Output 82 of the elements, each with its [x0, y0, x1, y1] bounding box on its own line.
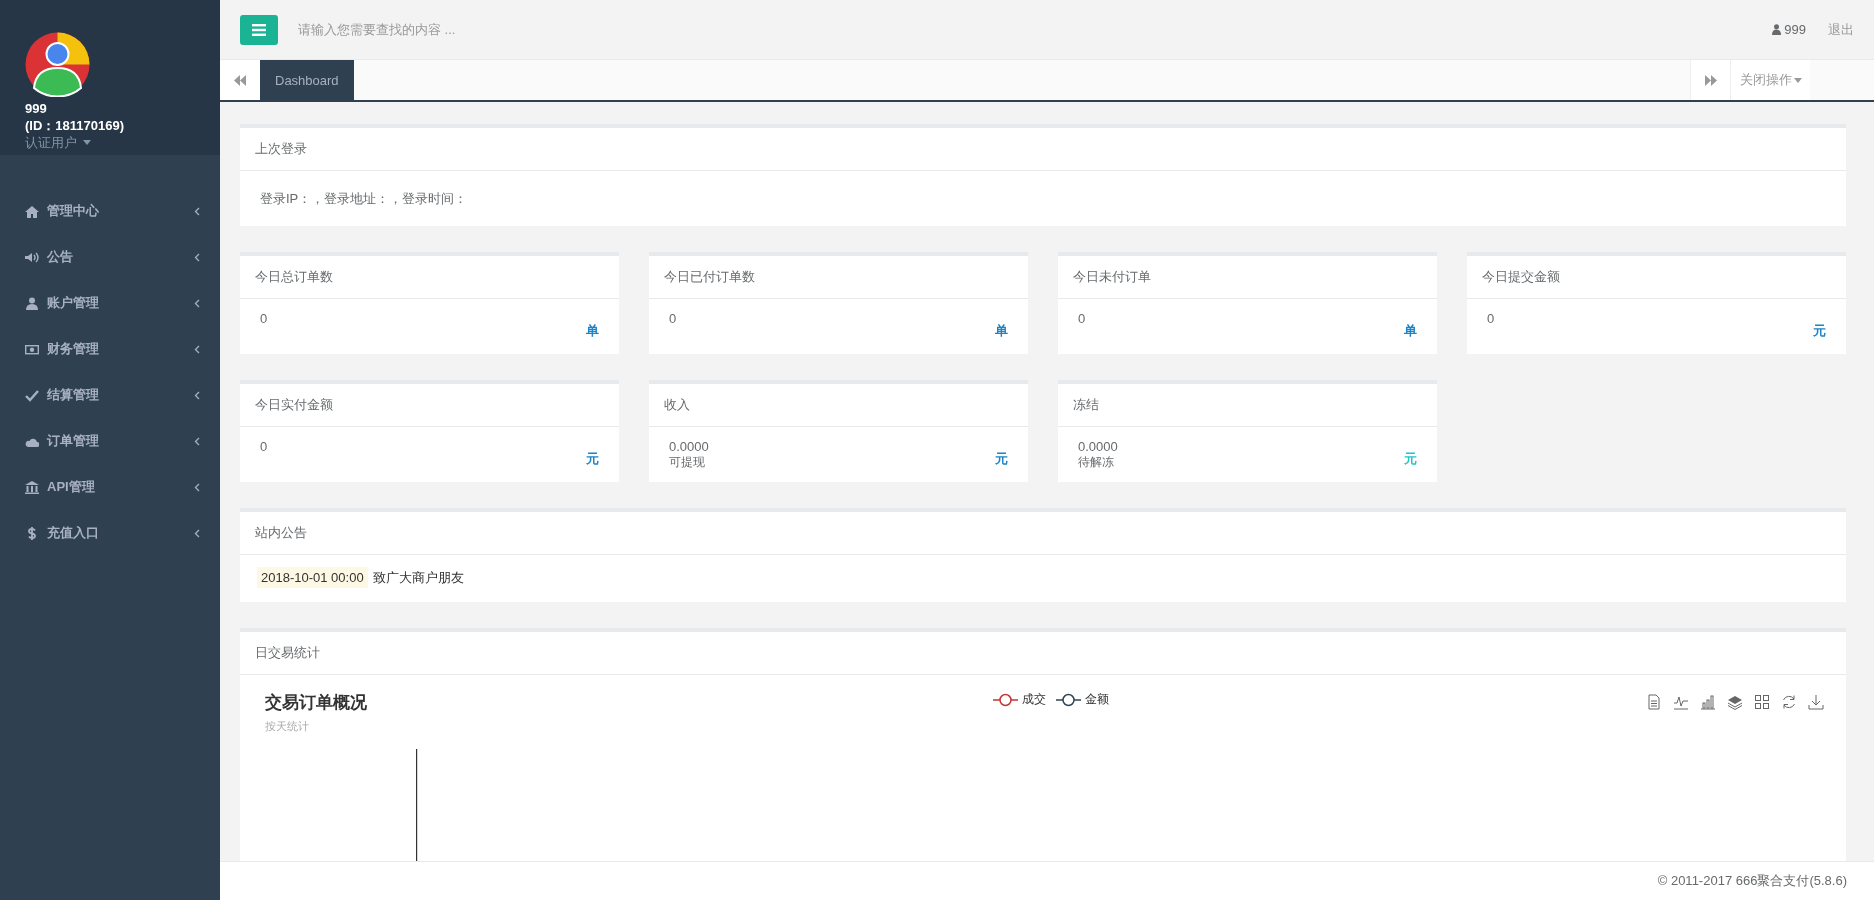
- stat-value: 0: [260, 439, 269, 455]
- chart-subtitle: 按天统计: [265, 719, 309, 734]
- unit-label: 单: [586, 322, 599, 340]
- panel-title: 今日已付订单数: [664, 268, 755, 286]
- user-icon: [1772, 24, 1782, 35]
- chevron-left-icon: [194, 482, 200, 492]
- chevron-left-icon: [194, 390, 200, 400]
- panel-title: 今日实付金额: [255, 396, 333, 414]
- bar-chart-icon[interactable]: [1700, 694, 1716, 710]
- double-right-icon: [1704, 74, 1717, 86]
- stat-value: 0.0000: [669, 439, 710, 455]
- unit-label: 元: [1404, 450, 1417, 468]
- menu-button[interactable]: [240, 14, 278, 45]
- panel-title: 上次登录: [255, 140, 307, 158]
- grid-icon[interactable]: [1754, 694, 1770, 710]
- unit-label: 单: [1404, 322, 1417, 340]
- panel-title: 冻结: [1073, 396, 1099, 414]
- login-info: 登录IP：，登录地址：，登录时间：: [260, 189, 468, 208]
- stat-note: 可提现: [669, 455, 705, 469]
- stat-value: 0.0000: [1078, 439, 1119, 455]
- dollar-icon: [25, 526, 39, 540]
- menu-item[interactable]: 订单管理: [0, 418, 220, 464]
- panel-title: 今日未付订单: [1073, 268, 1151, 286]
- menu-item[interactable]: 充值入口: [0, 510, 220, 556]
- chevron-left-icon: [194, 206, 200, 216]
- caret-icon: [1793, 77, 1802, 83]
- copyright-text: © 2011-2017 666聚合支付(5.8.6): [1657, 872, 1847, 890]
- announcement-date: 2018-10-01 00:00: [257, 567, 368, 588]
- stat-value: 0: [669, 311, 678, 327]
- chevron-left-icon: [194, 252, 200, 262]
- user-icon: [25, 296, 39, 310]
- unit-label: 元: [1813, 322, 1826, 340]
- menu-icon: [252, 23, 266, 36]
- caret-icon: [83, 140, 91, 145]
- layers-icon[interactable]: [1727, 694, 1743, 710]
- scroll-right-button[interactable]: [1690, 60, 1730, 100]
- banknote-icon: [25, 342, 39, 356]
- panel-title: 今日提交金额: [1482, 268, 1560, 286]
- chevron-left-icon: [194, 344, 200, 354]
- menu-item[interactable]: 财务管理: [0, 326, 220, 372]
- close-menu-button[interactable]: 关闭操作: [1730, 60, 1810, 100]
- unit-label: 单: [995, 322, 1008, 340]
- avatar-icon: [25, 32, 90, 97]
- panel-title: 站内公告: [255, 524, 307, 542]
- stat-note: 待解冻: [1078, 455, 1114, 469]
- menu-item[interactable]: 账户管理: [0, 280, 220, 326]
- legend-item[interactable]: 成交: [993, 691, 1046, 708]
- refresh-icon[interactable]: [1781, 694, 1797, 710]
- checkmark-icon: [25, 388, 39, 402]
- chevron-left-icon: [194, 298, 200, 308]
- panel-title: 今日总订单数: [255, 268, 333, 286]
- user-link[interactable]: 999: [1772, 22, 1806, 37]
- scroll-left-button[interactable]: [220, 60, 260, 100]
- legend-item[interactable]: 金额: [1056, 691, 1109, 708]
- menu-item[interactable]: 结算管理: [0, 372, 220, 418]
- unit-label: 元: [995, 450, 1008, 468]
- panel-title: 收入: [664, 396, 690, 414]
- menu-item[interactable]: API管理: [0, 464, 220, 510]
- announcement-link[interactable]: 致广大商户朋友: [372, 568, 464, 587]
- tab[interactable]: Dashboard: [260, 60, 354, 100]
- speaker-icon: [25, 250, 39, 264]
- role-dropdown[interactable]: 认证用户: [25, 134, 91, 151]
- stat-value: 0: [260, 311, 269, 327]
- search-field[interactable]: 请输入您需要查找的内容 ...: [296, 13, 700, 46]
- bank-icon: [25, 480, 39, 494]
- chevron-left-icon: [194, 436, 200, 446]
- logout-link[interactable]: 退出: [1828, 20, 1854, 39]
- user-id: (ID：181170169): [25, 117, 124, 134]
- download-icon[interactable]: [1808, 694, 1824, 710]
- double-left-icon: [234, 74, 246, 86]
- line-chart-icon[interactable]: [1673, 694, 1689, 710]
- user-name: 999: [25, 100, 47, 117]
- panel-title: 日交易统计: [255, 644, 320, 662]
- chevron-left-icon: [194, 528, 200, 538]
- chart-title: 交易订单概况: [265, 692, 367, 714]
- menu-item[interactable]: 公告: [0, 234, 220, 280]
- stat-value: 0: [1487, 311, 1496, 327]
- menu-item[interactable]: 管理中心: [0, 188, 220, 234]
- stat-value: 0: [1078, 311, 1087, 327]
- document-icon[interactable]: [1646, 694, 1662, 710]
- unit-label: 元: [586, 450, 599, 468]
- home-icon: [25, 204, 39, 218]
